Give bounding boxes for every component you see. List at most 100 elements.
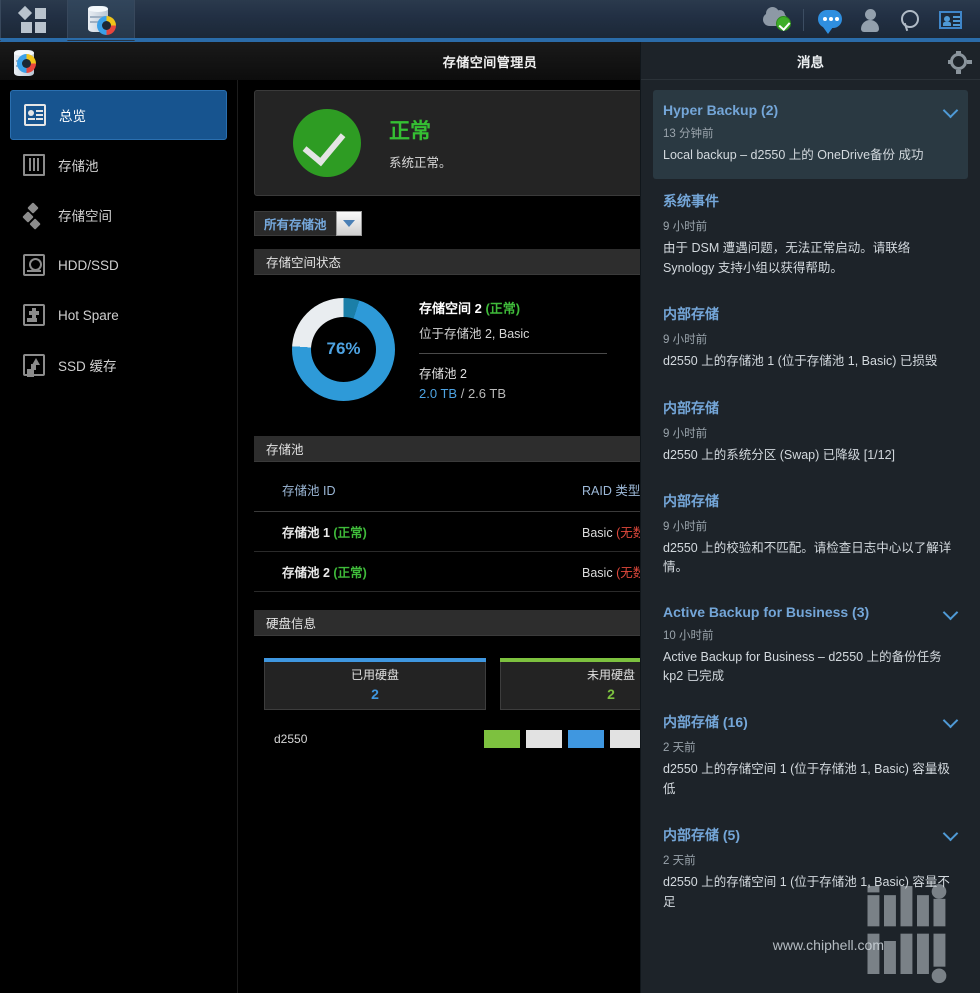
disk-slot[interactable]	[484, 730, 520, 748]
notification-item[interactable]: 系统事件 9 小时前由于 DSM 遭遇问题，无法正常启动。请联络 Synology…	[653, 179, 968, 292]
notification-time: 9 小时前	[663, 221, 708, 234]
notification-list: Hyper Backup (2) 13 分钟前 Local backup – d25…	[641, 80, 980, 926]
sidebar-item-volume[interactable]: 存储空间	[10, 190, 227, 240]
notification-text: d2550 上的存储空间 1 (位于存储池 1, Basic) 容量极低	[663, 762, 950, 796]
sidebar-item-label: 存储空间	[58, 209, 112, 224]
watermark-url: www.chiphell.com	[772, 937, 884, 953]
taskbar-tray	[757, 0, 980, 41]
unused-disks-count: 2	[607, 686, 615, 702]
chevron-down-icon[interactable]	[335, 211, 362, 236]
notifications-button[interactable]	[810, 0, 850, 41]
capacity-separator: /	[460, 385, 465, 401]
cloud-status-button[interactable]	[757, 0, 797, 41]
notification-item[interactable]: Active Backup for Business (3) 10 小时前 Acti…	[653, 592, 968, 701]
volume-status: (正常)	[485, 300, 521, 316]
disk-slot[interactable]	[568, 730, 604, 748]
volume-title: 存储空间 2 (正常)	[419, 298, 607, 317]
notification-panel: 消息 Hyper Backup (2) 13 分钟前 Local backup – …	[640, 42, 980, 993]
notification-text: d2550 上的系统分区 (Swap) 已降级 [1/12]	[663, 447, 896, 462]
status-subtext: 系统正常。	[389, 156, 452, 170]
cell-pool-id: 存储池 1 (正常)	[254, 511, 554, 552]
notification-item[interactable]: 内部存储 9 小时前 d2550 上的系统分区 (Swap) 已降级 [1/12]	[653, 386, 968, 479]
grid-icon	[17, 5, 48, 33]
volume-usage-percent: 76%	[311, 316, 376, 382]
hot-spare-icon	[23, 304, 45, 326]
notification-title: 系统事件	[663, 193, 719, 210]
sidebar-item-hdd-ssd[interactable]: HDD/SSD	[10, 240, 227, 290]
widgets-button[interactable]	[930, 0, 970, 41]
notification-text: Local backup – d2550 上的 OneDrive备份 成功	[663, 148, 924, 162]
notification-time: 9 小时前	[663, 334, 708, 347]
raid-type: Basic	[582, 566, 613, 580]
user-account-button[interactable]	[850, 0, 890, 41]
volume-icon	[23, 204, 45, 226]
tray-divider	[803, 9, 804, 31]
pool-status: (正常)	[333, 526, 367, 540]
search-button[interactable]	[890, 0, 930, 41]
sidebar-item-label: Hot Spare	[58, 307, 119, 323]
sidebar-item-label: 总览	[59, 109, 86, 124]
ssd-cache-icon	[23, 354, 45, 376]
notification-time: 13 分钟前	[663, 128, 714, 140]
raid-type: Basic	[582, 526, 613, 540]
pool-filter-label: 所有存储池	[254, 211, 336, 236]
taskbar-app-storage-manager[interactable]	[68, 0, 134, 41]
user-icon	[860, 9, 880, 32]
notification-time: 10 小时前	[663, 629, 714, 642]
volume-location: 位于存储池 2, Basic	[419, 326, 530, 341]
main-menu-button[interactable]	[1, 0, 67, 41]
volume-pool-label: 存储池 2	[419, 366, 467, 381]
notification-item[interactable]: Hyper Backup (2) 13 分钟前 Local backup – d25…	[653, 90, 968, 180]
divider	[419, 352, 607, 354]
sidebar-item-hot-spare[interactable]: Hot Spare	[10, 290, 227, 340]
notification-title: Active Backup for Business (3)	[663, 603, 870, 620]
gear-icon[interactable]	[950, 51, 967, 70]
sidebar-item-ssd-cache[interactable]: SSD 缓存	[10, 340, 227, 390]
notification-text: d2550 上的存储池 1 (位于存储池 1, Basic) 已损毁	[663, 354, 938, 369]
storage-manager-icon	[86, 5, 116, 35]
notification-item[interactable]: 内部存储 (5) 2 天前 d2550 上的存储空间 1 (位于存储池 1, Bas…	[653, 813, 968, 926]
unused-disks-label: 未用硬盘	[586, 668, 635, 682]
id-card-icon	[938, 11, 962, 29]
sidebar-item-overview[interactable]: 总览	[10, 90, 227, 140]
used-disks-label: 已用硬盘	[350, 668, 399, 682]
notification-text: 由于 DSM 遭遇问题，无法正常启动。请联络 Synology 支持小组以获得帮…	[663, 241, 911, 275]
notification-item[interactable]: 内部存储 (16) 2 天前 d2550 上的存储空间 1 (位于存储池 1, Ba…	[653, 700, 968, 813]
chat-bubble-icon	[818, 9, 842, 34]
volume-name: 存储空间 2	[419, 300, 482, 316]
notification-title: Hyper Backup (2)	[663, 102, 779, 118]
screen: 存储空间管理员 总览 存储池 存储空间 HDD/SSD Hot Spare SS…	[0, 0, 980, 993]
disk-host-name: d2550	[274, 732, 308, 746]
col-pool-id[interactable]: 存储池 ID	[254, 462, 554, 512]
volume-details: 存储空间 2 (正常) 位于存储池 2, Basic 存储池 2 2.0 TB …	[419, 298, 607, 401]
status-heading: 正常	[389, 120, 431, 143]
sidebar: 总览 存储池 存储空间 HDD/SSD Hot Spare SSD 缓存	[0, 80, 238, 993]
volume-used: 2.0 TB	[419, 385, 458, 401]
volume-capacity: 2.0 TB / 2.6 TB	[419, 386, 607, 401]
pool-filter-dropdown[interactable]: 所有存储池	[254, 211, 362, 236]
hdd-icon	[23, 254, 45, 276]
disk-slot[interactable]	[526, 730, 562, 748]
storage-pool-icon	[23, 154, 45, 176]
used-disks-card[interactable]: 已用硬盘 2	[264, 658, 486, 710]
notification-text: d2550 上的校验和不匹配。请检查日志中心以了解详情。	[663, 540, 952, 575]
system-status-text: 正常 系统正常。	[389, 115, 452, 171]
notification-item[interactable]: 内部存储 9 小时前 d2550 上的校验和不匹配。请检查日志中心以了解详情。	[653, 479, 968, 592]
sidebar-item-storage-pool[interactable]: 存储池	[10, 140, 227, 190]
volume-card[interactable]: 76% 存储空间 2 (正常) 位于存储池 2, Basic 存储池 2 2.0…	[254, 297, 607, 401]
notification-title: 内部存储	[663, 492, 719, 509]
notification-time: 9 小时前	[663, 427, 708, 440]
cloud-check-icon	[763, 7, 791, 31]
notification-title: 内部存储	[663, 399, 719, 416]
notification-item[interactable]: 内部存储 9 小时前 d2550 上的存储池 1 (位于存储池 1, Basic) …	[653, 292, 968, 385]
notification-title: 内部存储 (5)	[663, 827, 740, 844]
sidebar-item-label: 存储池	[58, 159, 99, 174]
taskbar-divider	[134, 0, 135, 41]
pool-status: (正常)	[333, 566, 367, 580]
notification-time: 2 天前	[663, 742, 696, 755]
notification-text: d2550 上的存储空间 1 (位于存储池 1, Basic) 容量不足	[663, 875, 950, 909]
notification-time: 9 小时前	[663, 520, 708, 533]
notification-panel-header: 消息	[641, 42, 980, 80]
notification-title: 内部存储	[663, 306, 719, 323]
pool-id: 存储池 2	[282, 566, 330, 580]
